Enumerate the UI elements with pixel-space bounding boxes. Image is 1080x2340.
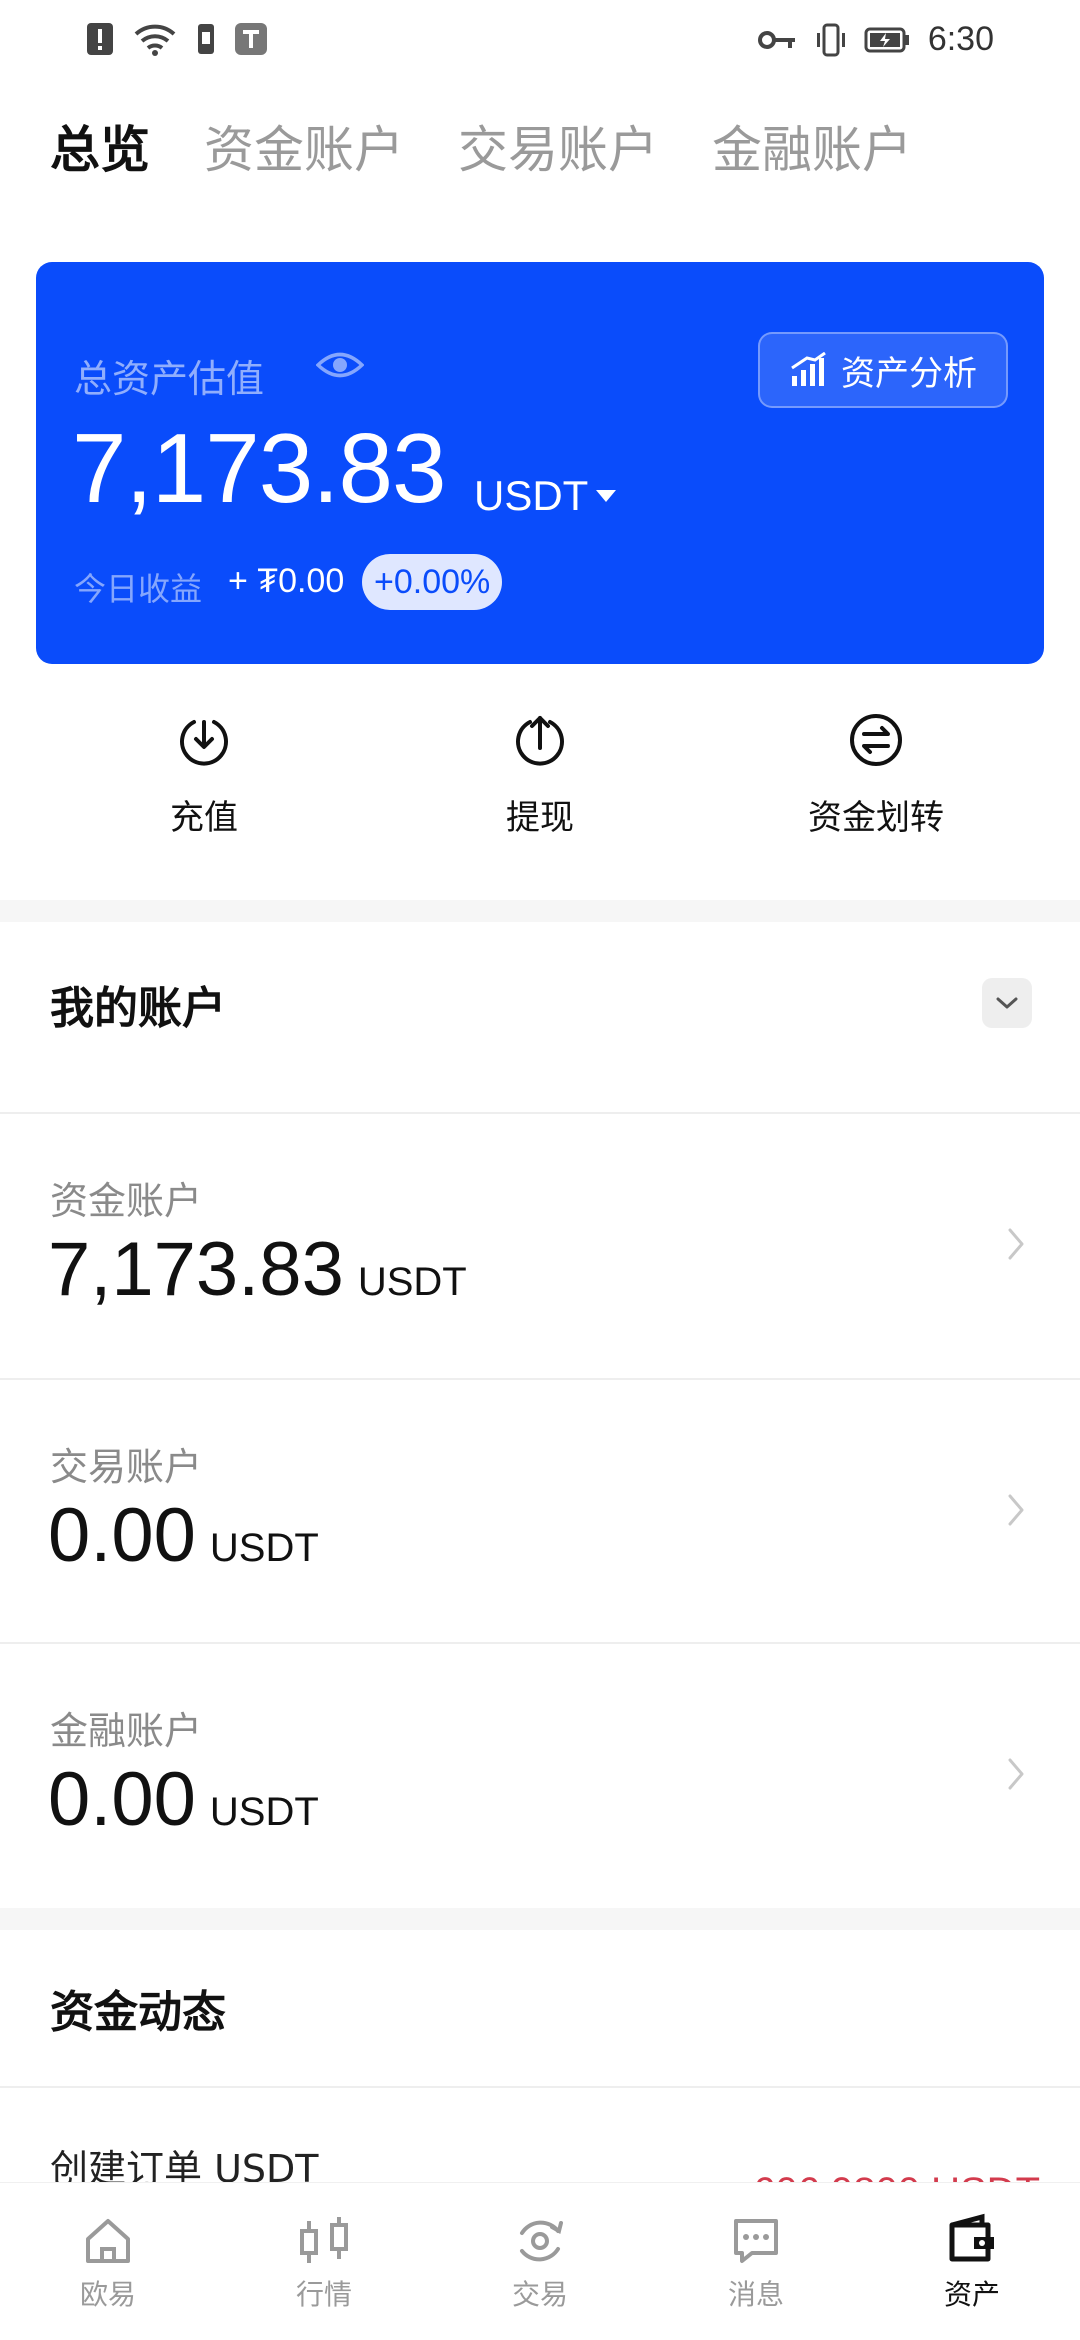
divider [0,2086,1080,2088]
unit-dropdown-caret-icon[interactable] [596,490,616,502]
nav-home[interactable]: 欧易 [38,2213,178,2313]
chevron-right-icon [1008,1228,1024,1260]
asset-analysis-label: 资产分析 [841,353,977,394]
quick-actions: 充值 提现 资金划转 [0,712,1080,862]
nav-messages-label: 消息 [727,2278,784,2311]
account-balance-value: 7,173.83 [48,1227,344,1312]
account-balance: 0.00 USDT [48,1492,319,1579]
app-notification-icon [235,23,267,55]
total-assets-value: 7,173.83 [72,413,446,523]
wifi-icon [134,24,176,56]
account-name: 资金账户 [50,1179,203,1223]
tab-trading-account[interactable]: 交易账户 [458,110,658,182]
withdraw-button[interactable]: 提现 [410,712,670,839]
nav-trade-label: 交易 [511,2278,568,2311]
my-accounts-title: 我的账户 [50,983,226,1034]
today-pnl-percent-badge: +0.00% [362,554,503,610]
section-divider [0,1908,1080,1930]
account-name: 金融账户 [50,1709,203,1753]
nav-trade[interactable]: 交易 [470,2213,610,2313]
analysis-chart-icon [791,352,826,386]
alert-icon [87,23,113,55]
tab-financial-account[interactable]: 金融账户 [712,110,912,182]
account-name: 交易账户 [50,1445,203,1489]
account-tabs: 总览 资金账户 交易账户 金融账户 [50,110,912,182]
total-assets-label: 总资产估值 [74,357,265,401]
status-left-icons [86,22,268,56]
today-pnl-label: 今日收益 [74,570,203,608]
status-time: 6:30 [927,20,994,58]
chevron-right-icon [1008,1758,1024,1790]
transfer-button[interactable]: 资金划转 [746,712,1006,839]
fund-activity-title: 资金动态 [50,1987,226,2038]
account-balance: 7,173.83 USDT [48,1226,467,1313]
account-balance-value: 0.00 [48,1493,196,1578]
status-right-icons: 6:30 [757,20,994,59]
section-divider [0,900,1080,922]
account-balance: 0.00 USDT [48,1756,319,1843]
chevron-right-icon [1008,1494,1024,1526]
deposit-icon [180,720,228,766]
status-bar: 6:30 [0,0,1080,80]
account-balance-unit: USDT [209,1526,319,1570]
sim-icon [198,24,214,54]
withdraw-icon [516,716,564,766]
withdraw-label: 提现 [506,798,574,838]
nav-market-label: 行情 [295,2278,352,2311]
wallet-icon [949,2213,994,2262]
nav-home-label: 欧易 [79,2278,136,2311]
key-icon [757,30,795,49]
today-pnl-value: + ₮0.00 [228,562,345,600]
transfer-label: 资金划转 [808,798,944,838]
nav-messages[interactable]: 消息 [686,2213,826,2313]
nav-assets[interactable]: 资产 [902,2213,1042,2313]
tab-overview[interactable]: 总览 [50,110,150,182]
trade-icon [520,2220,563,2262]
funding-account-row[interactable]: 资金账户 7,173.83 USDT [0,1114,1080,1378]
account-balance-value: 0.00 [48,1757,196,1842]
account-balance-unit: USDT [357,1260,467,1304]
candlestick-icon [300,2217,348,2263]
home-icon [86,2219,130,2263]
deposit-label: 充值 [170,798,238,838]
chevron-down-icon [996,997,1018,1009]
vibrate-icon [816,23,845,56]
asset-analysis-button[interactable]: 资产分析 [758,332,1008,408]
deposit-button[interactable]: 充值 [74,712,334,839]
account-balance-unit: USDT [209,1790,319,1834]
total-assets-unit[interactable]: USDT [474,472,588,520]
collapse-accounts-button[interactable] [982,978,1032,1028]
nav-market[interactable]: 行情 [254,2213,394,2313]
eye-icon[interactable] [316,350,364,380]
financial-account-row[interactable]: 金融账户 0.00 USDT [0,1644,1080,1908]
transfer-icon [850,714,902,766]
nav-assets-label: 资产 [943,2278,1000,2311]
total-assets-card: 总资产估值 资产分析 7,173.83 USDT 今日收益 + ₮0.00 +0… [36,262,1044,664]
message-icon [734,2219,778,2263]
bottom-navigation: 欧易 行情 交易 消息 资产 [0,2182,1080,2340]
trading-account-row[interactable]: 交易账户 0.00 USDT [0,1380,1080,1644]
tab-funding-account[interactable]: 资金账户 [204,110,404,182]
battery-icon [864,27,909,52]
